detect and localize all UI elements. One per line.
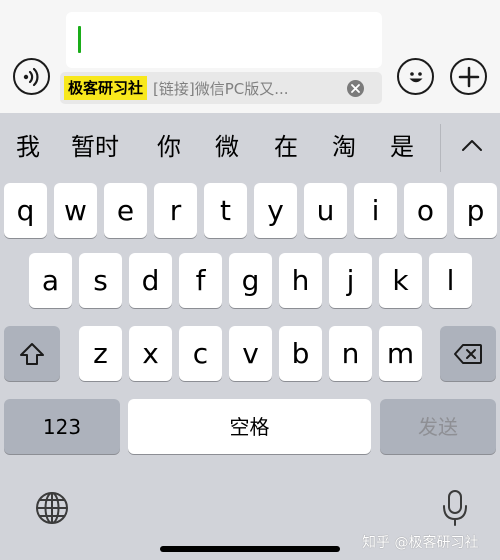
quote-text: [链接]微信PC版又...	[153, 79, 289, 98]
watermark: 知乎 @极客研习社	[362, 535, 479, 551]
key-a[interactable]: a	[29, 253, 72, 308]
key-x[interactable]: x	[129, 326, 172, 381]
chevron-up-icon	[462, 140, 482, 151]
voice-input-button[interactable]	[13, 58, 50, 95]
shift-key[interactable]	[4, 326, 60, 381]
backspace-key[interactable]	[440, 326, 496, 381]
key-o[interactable]: o	[404, 183, 447, 238]
key-q[interactable]: q	[4, 183, 47, 238]
key-h[interactable]: h	[279, 253, 322, 308]
key-v[interactable]: v	[229, 326, 272, 381]
candidate-item[interactable]: 在	[268, 132, 304, 162]
chat-input-bar: 极客研习社 [链接]微信PC版又...	[0, 0, 500, 113]
plus-icon	[458, 66, 479, 87]
key-b[interactable]: b	[279, 326, 322, 381]
voice-wave-icon	[23, 67, 38, 86]
key-r[interactable]: r	[154, 183, 197, 238]
home-indicator[interactable]	[160, 546, 340, 552]
globe-icon[interactable]	[32, 488, 72, 528]
key-j[interactable]: j	[329, 253, 372, 308]
close-x-icon[interactable]	[347, 80, 364, 97]
emoji-button[interactable]	[397, 58, 434, 95]
key-g[interactable]: g	[229, 253, 272, 308]
key-k[interactable]: k	[379, 253, 422, 308]
key-f[interactable]: f	[179, 253, 222, 308]
candidate-divider	[440, 124, 441, 172]
key-w[interactable]: w	[54, 183, 97, 238]
key-z[interactable]: z	[79, 326, 122, 381]
quoted-message-chip: 极客研习社 [链接]微信PC版又...	[60, 72, 382, 104]
candidate-item[interactable]: 我	[10, 132, 46, 162]
backspace-icon	[454, 343, 482, 364]
candidate-bar: 我 暂时 你 微 在 淘 是	[0, 120, 500, 176]
key-c[interactable]: c	[179, 326, 222, 381]
key-l[interactable]: l	[429, 253, 472, 308]
send-key[interactable]: 发送	[380, 399, 496, 454]
key-t[interactable]: t	[204, 183, 247, 238]
key-p[interactable]: p	[454, 183, 497, 238]
candidate-item[interactable]: 淘	[326, 132, 362, 162]
shift-arrow-icon	[20, 342, 44, 365]
key-e[interactable]: e	[104, 183, 147, 238]
key-y[interactable]: y	[254, 183, 297, 238]
candidate-item[interactable]: 微	[209, 132, 245, 162]
message-input[interactable]	[66, 12, 382, 68]
numbers-key[interactable]: 123	[4, 399, 120, 454]
candidate-item[interactable]: 暂时	[64, 132, 126, 162]
key-n[interactable]: n	[329, 326, 372, 381]
space-key[interactable]: 空格	[128, 399, 371, 454]
smiley-face-icon	[409, 71, 422, 82]
expand-candidates-button[interactable]	[452, 130, 492, 160]
key-d[interactable]: d	[129, 253, 172, 308]
key-m[interactable]: m	[379, 326, 422, 381]
candidate-item[interactable]: 是	[384, 132, 420, 162]
candidate-item[interactable]: 你	[151, 132, 187, 162]
more-functions-button[interactable]	[450, 58, 487, 95]
key-u[interactable]: u	[304, 183, 347, 238]
key-i[interactable]: i	[354, 183, 397, 238]
microphone-icon[interactable]	[435, 488, 475, 528]
quote-author: 极客研习社	[64, 76, 148, 100]
key-s[interactable]: s	[79, 253, 122, 308]
text-caret	[78, 26, 81, 53]
